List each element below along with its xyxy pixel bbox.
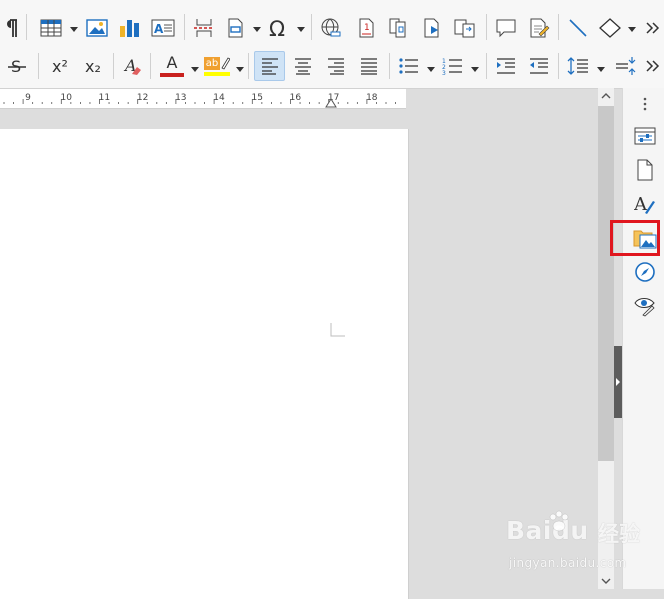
- unordered-list-button[interactable]: [396, 51, 422, 81]
- manage-changes-icon[interactable]: [633, 294, 657, 318]
- bullet-list-icon: [399, 58, 418, 74]
- standard-toolbar: A Ω 1: [0, 0, 664, 44]
- align-right-icon: [328, 58, 344, 75]
- page-icon[interactable]: [633, 158, 657, 182]
- ruler-end-area: [406, 89, 598, 108]
- collapse-arrow-icon: [616, 378, 620, 386]
- insert-comment-icon[interactable]: [494, 13, 518, 43]
- ruler-label: 15: [251, 93, 262, 103]
- align-center-button[interactable]: [288, 51, 318, 81]
- clear-formatting-icon[interactable]: A: [120, 51, 144, 81]
- insert-text-box-icon[interactable]: A: [150, 13, 176, 43]
- sidebar-tab-bar: A: [622, 88, 664, 589]
- highlight-dropdown-icon[interactable]: [236, 67, 244, 72]
- insert-table-icon[interactable]: [38, 13, 64, 43]
- highlight-color-swatch: [204, 72, 230, 76]
- align-center-icon: [295, 58, 311, 75]
- line-spacing-dropdown-icon[interactable]: [597, 67, 605, 72]
- svg-text:A: A: [154, 22, 164, 36]
- ruler-label: 16: [290, 93, 302, 103]
- paragraph-spacing-button[interactable]: [612, 51, 638, 81]
- svg-text:3: 3: [442, 70, 446, 75]
- svg-text:1: 1: [364, 23, 370, 33]
- properties-icon[interactable]: [633, 124, 657, 148]
- increase-indent-icon: [497, 58, 515, 74]
- more-formatting-options-icon[interactable]: [644, 51, 662, 81]
- text-boundary-corner: [330, 323, 345, 337]
- document-page[interactable]: [0, 129, 408, 599]
- insert-special-character-icon[interactable]: Ω: [267, 13, 291, 43]
- field-dropdown-icon[interactable]: [253, 27, 261, 32]
- numbered-list-dropdown-icon[interactable]: [471, 67, 479, 72]
- insert-footnote-icon[interactable]: 1: [354, 13, 378, 43]
- basic-shapes-icon[interactable]: [597, 13, 623, 43]
- insert-image-icon[interactable]: [85, 13, 109, 43]
- ruler-label: 12: [137, 93, 148, 103]
- strikethrough-icon[interactable]: S: [4, 51, 30, 81]
- align-left-button[interactable]: [254, 51, 285, 81]
- bullet-list-dropdown-icon[interactable]: [427, 67, 435, 72]
- ruler-label: 11: [99, 93, 110, 103]
- justify-button[interactable]: [354, 51, 384, 81]
- paragraph-spacing-icon: [616, 57, 636, 75]
- table-dropdown-icon[interactable]: [70, 27, 78, 32]
- more-options-icon[interactable]: [644, 13, 662, 43]
- superscript-button[interactable]: x²: [46, 51, 74, 81]
- insert-bookmark-icon[interactable]: [420, 13, 444, 43]
- scroll-up-icon[interactable]: [598, 88, 614, 104]
- ruler-label: 10: [60, 93, 72, 103]
- ruler-label: 14: [213, 93, 225, 103]
- increase-indent-button[interactable]: [492, 51, 520, 81]
- formatting-toolbar: S x² x₂ A A ab 123: [0, 44, 664, 89]
- font-color-swatch: [160, 73, 184, 77]
- sidebar-menu-icon[interactable]: [633, 92, 657, 116]
- shapes-dropdown-icon[interactable]: [628, 27, 636, 32]
- scrollbar-thumb[interactable]: [598, 106, 614, 461]
- highlighter-pen-icon: [221, 57, 231, 70]
- special-character-dropdown-icon[interactable]: [297, 27, 305, 32]
- insert-table-of-contents-icon[interactable]: [453, 13, 477, 43]
- gallery-highlight-box: [610, 220, 660, 256]
- watermark-url: jingyan.baidu.com: [509, 556, 627, 570]
- svg-text:Ω: Ω: [269, 18, 285, 38]
- styles-icon[interactable]: A: [633, 192, 657, 216]
- superscript-label: x²: [52, 56, 68, 76]
- track-changes-icon[interactable]: [527, 13, 551, 43]
- subscript-button[interactable]: x₂: [79, 51, 107, 81]
- font-color-label: A: [166, 53, 178, 72]
- horizontal-ruler[interactable]: 9 10 11 12 13 14 15 16 17 18: [0, 89, 406, 109]
- navigator-icon[interactable]: [633, 260, 657, 284]
- highlighting-color-button[interactable]: ab: [202, 51, 232, 81]
- insert-line-icon[interactable]: [566, 13, 590, 43]
- insert-cross-reference-icon[interactable]: [387, 13, 413, 43]
- line-spacing-icon: [567, 57, 588, 75]
- paw-icon: [549, 510, 569, 532]
- baidu-watermark: Baidu 经验 jingyan.baidu.com: [506, 510, 656, 580]
- align-left-icon: [261, 58, 278, 75]
- vertical-scrollbar[interactable]: [598, 88, 614, 589]
- align-right-button[interactable]: [321, 51, 351, 81]
- font-color-dropdown-icon[interactable]: [191, 67, 199, 72]
- insert-page-break-icon[interactable]: [192, 13, 216, 43]
- insert-chart-icon[interactable]: [117, 13, 141, 43]
- ruler-scale: 9 10 11 12 13 14 15 16 17 18: [3, 93, 396, 108]
- insert-field-icon[interactable]: [223, 13, 247, 43]
- sidebar-collapse-handle[interactable]: [614, 346, 622, 418]
- decrease-indent-button[interactable]: [525, 51, 553, 81]
- ruler-label: 9: [25, 93, 31, 103]
- formatting-marks-icon[interactable]: [2, 13, 20, 43]
- ruler-label: 13: [175, 93, 186, 103]
- numbered-list-icon: 123: [442, 58, 462, 75]
- line-spacing-button[interactable]: [564, 51, 592, 81]
- decrease-indent-icon: [530, 58, 548, 74]
- ordered-list-button[interactable]: 123: [440, 51, 466, 81]
- highlight-label: ab: [203, 56, 221, 70]
- font-color-button[interactable]: A: [158, 51, 186, 81]
- justify-icon: [361, 58, 377, 75]
- ruler-label: 18: [366, 93, 378, 103]
- subscript-label: x₂: [85, 56, 101, 76]
- watermark-cn-text: 经验: [598, 522, 640, 546]
- insert-hyperlink-icon[interactable]: [319, 13, 343, 43]
